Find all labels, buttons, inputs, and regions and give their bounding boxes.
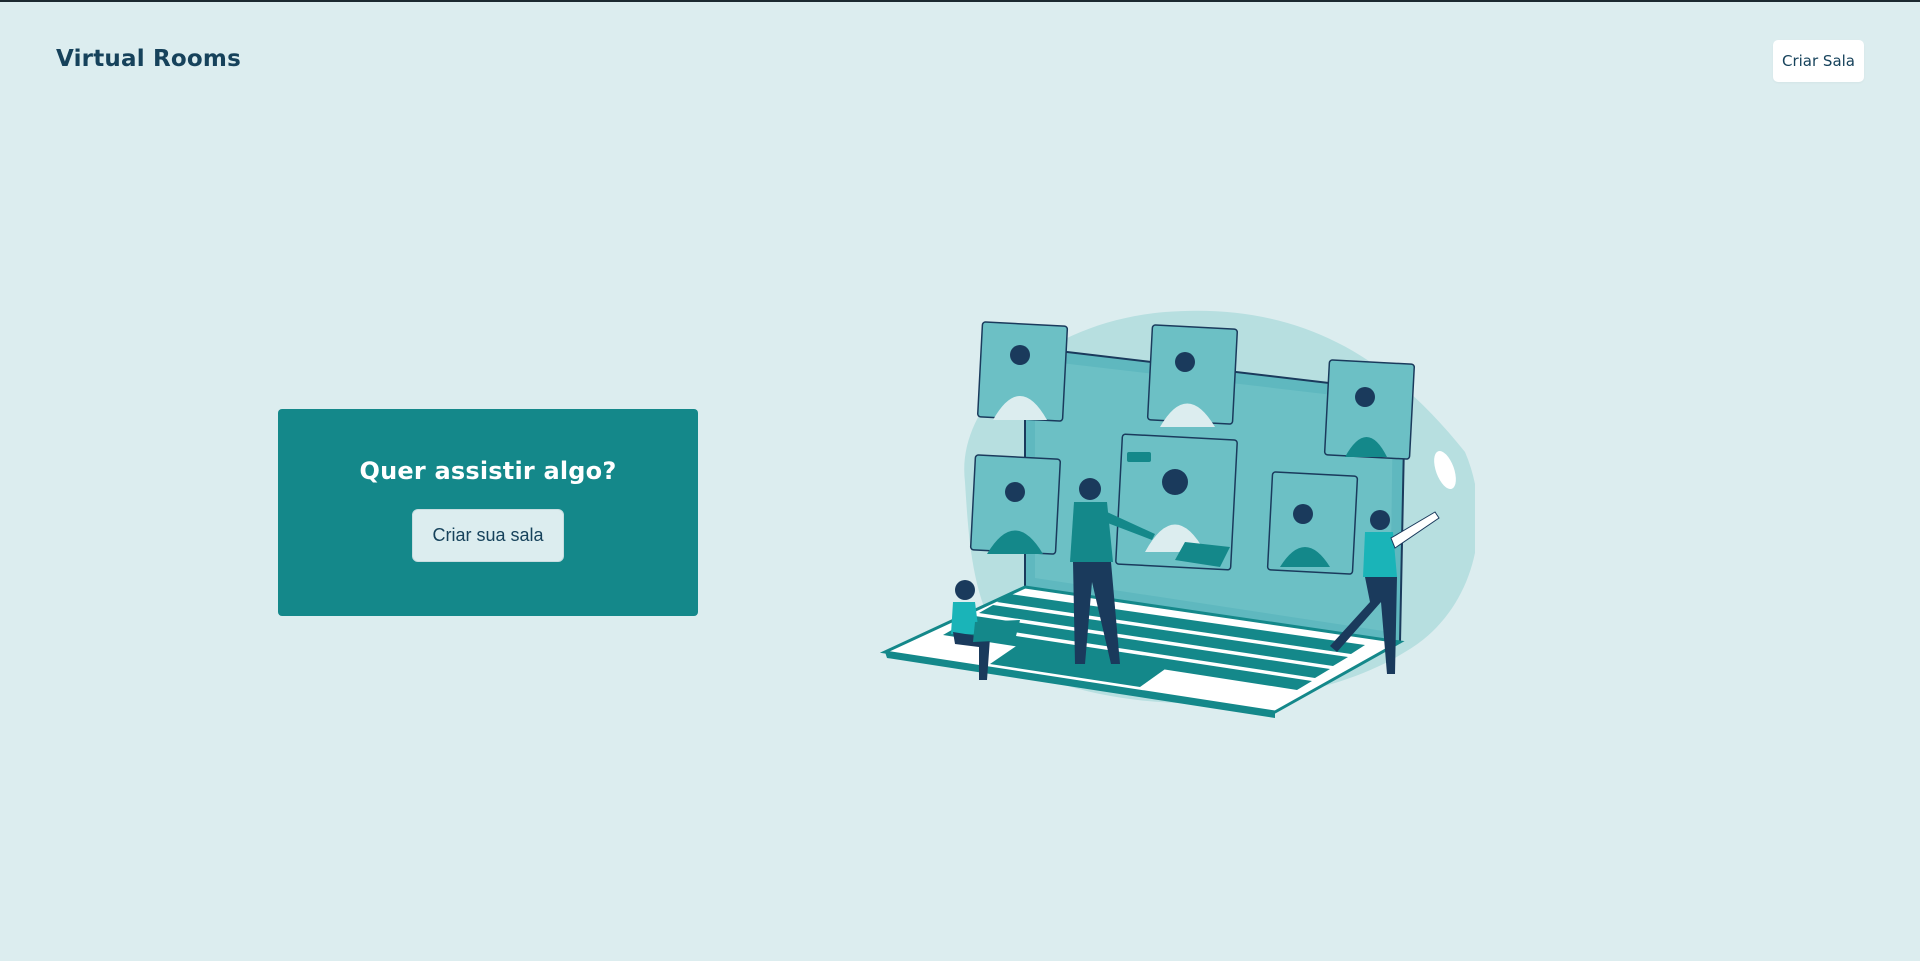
video-tile-3 [1323,359,1415,460]
video-tile-1 [977,321,1069,422]
create-room-button[interactable]: Criar sua sala [412,509,564,562]
hero-card: Quer assistir algo? Criar sua sala [278,409,698,616]
top-navbar: Virtual Rooms Criar Sala [0,2,1920,122]
brand-logo-text[interactable]: Virtual Rooms [56,46,241,72]
video-conference-illustration [875,302,1479,722]
video-tile-4 [969,454,1061,555]
create-room-nav-button[interactable]: Criar Sala [1773,40,1864,82]
video-tile-6 [1266,471,1359,575]
video-tile-5 [1115,433,1238,571]
hero-title: Quer assistir algo? [359,457,617,485]
video-tile-2 [1146,324,1238,427]
